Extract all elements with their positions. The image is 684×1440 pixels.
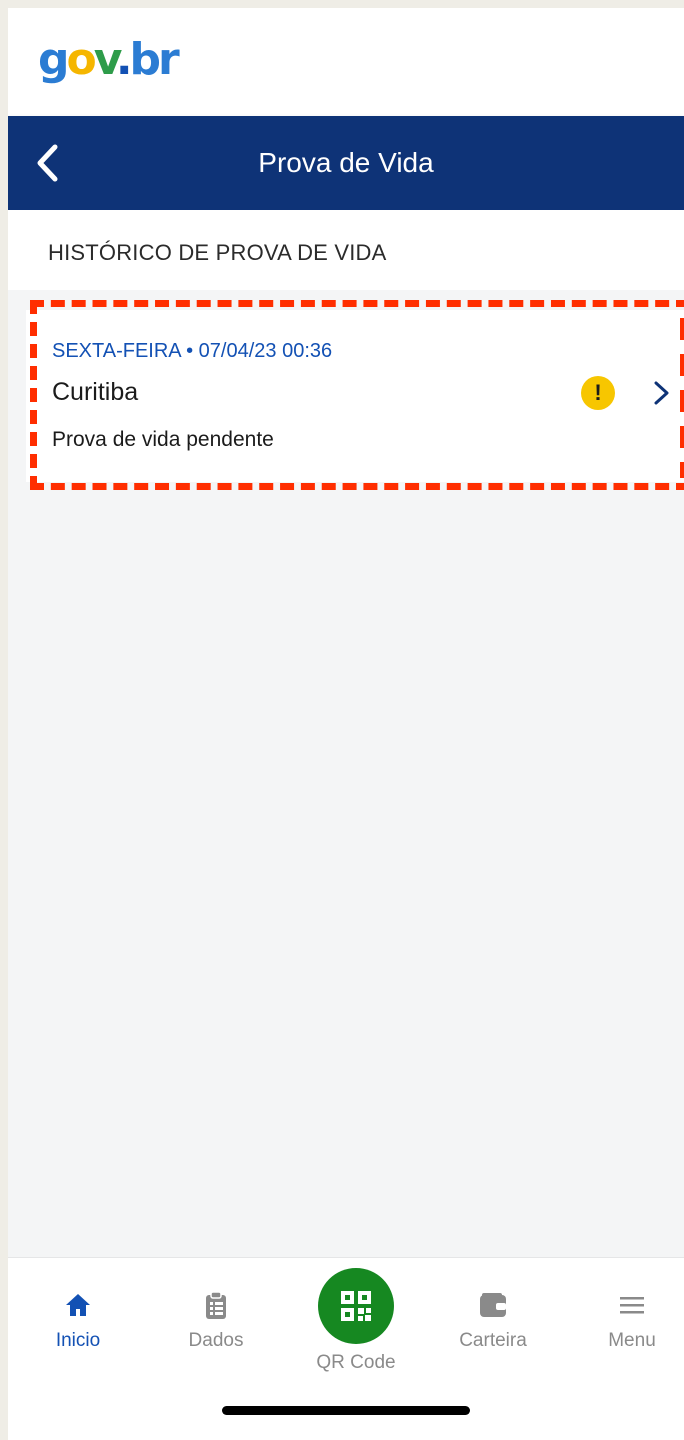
- nav-item-label: Menu: [608, 1330, 656, 1351]
- section-title: HISTÓRICO DE PROVA DE VIDA: [48, 240, 387, 265]
- history-section-header: HISTÓRICO DE PROVA DE VIDA: [8, 210, 684, 290]
- nav-item-label: Inicio: [55, 1330, 101, 1351]
- qr-code-icon: [341, 1291, 371, 1321]
- back-button[interactable]: [24, 138, 72, 188]
- qr-code-button[interactable]: [318, 1268, 394, 1344]
- nav-item-qr-code[interactable]: QR Code: [286, 1268, 426, 1378]
- app-screen: gov.br Prova de Vida HISTÓRICO DE PROVA …: [8, 8, 684, 1440]
- history-item-date: SEXTA-FEIRA • 07/04/23 00:36: [52, 340, 333, 362]
- history-item-status: Prova de vida pendente: [52, 428, 274, 451]
- hamburger-menu-icon: [620, 1297, 644, 1314]
- app-top-bar: gov.br: [8, 8, 684, 116]
- clipboard-icon: [206, 1291, 226, 1319]
- history-item-card[interactable]: SEXTA-FEIRA • 07/04/23 00:36 Curitiba Pr…: [26, 310, 684, 482]
- home-icon: [66, 1294, 90, 1316]
- wallet-icon: [480, 1293, 506, 1317]
- nav-item-label: Carteira: [459, 1330, 527, 1351]
- history-item-city: Curitiba: [52, 378, 139, 406]
- chevron-left-icon: [37, 144, 58, 182]
- nav-item-label: Dados: [188, 1330, 244, 1351]
- nav-item-menu[interactable]: Menu: [572, 1290, 684, 1360]
- nav-item-inicio[interactable]: Inicio: [18, 1290, 138, 1360]
- chevron-right-icon: [654, 381, 669, 405]
- nav-item-carteira[interactable]: Carteira: [433, 1290, 553, 1360]
- page-header: Prova de Vida: [8, 116, 684, 210]
- highlight-annotation-edge: [680, 318, 684, 478]
- govbr-logo: gov.br: [38, 34, 180, 85]
- page-title: Prova de Vida: [258, 147, 434, 178]
- nav-item-dados[interactable]: Dados: [156, 1290, 276, 1360]
- nav-item-label: QR Code: [316, 1352, 396, 1373]
- home-indicator[interactable]: [222, 1406, 470, 1415]
- warning-icon: !: [581, 376, 615, 410]
